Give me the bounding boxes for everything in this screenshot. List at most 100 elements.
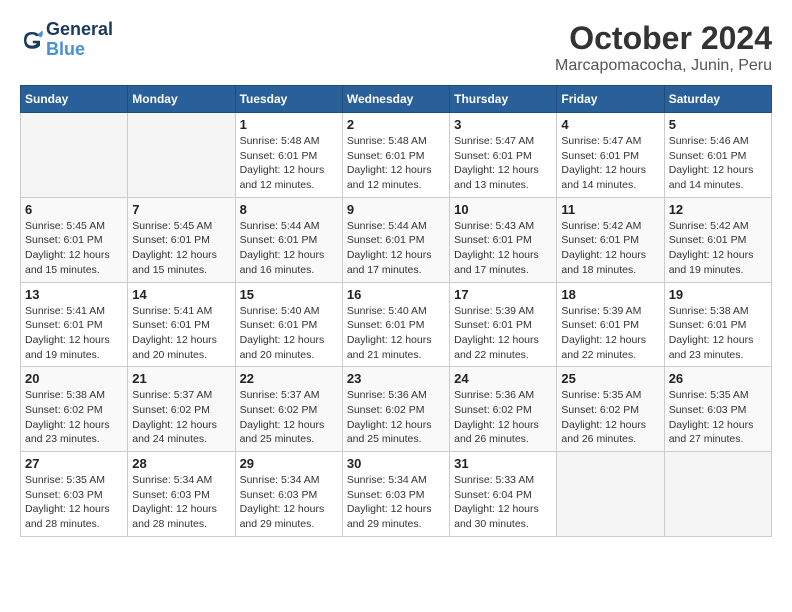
day-info: Sunrise: 5:40 AM Sunset: 6:01 PM Dayligh… xyxy=(347,304,445,363)
calendar-cell: 6Sunrise: 5:45 AM Sunset: 6:01 PM Daylig… xyxy=(21,197,128,282)
day-number: 25 xyxy=(561,371,659,386)
day-info: Sunrise: 5:43 AM Sunset: 6:01 PM Dayligh… xyxy=(454,219,552,278)
day-info: Sunrise: 5:40 AM Sunset: 6:01 PM Dayligh… xyxy=(240,304,338,363)
day-info: Sunrise: 5:39 AM Sunset: 6:01 PM Dayligh… xyxy=(454,304,552,363)
day-number: 21 xyxy=(132,371,230,386)
day-of-week-header: Tuesday xyxy=(235,86,342,113)
calendar-body: 1 Sunrise: 5:48 AM Sunset: 6:01 PM Daylig… xyxy=(21,113,772,537)
day-number: 29 xyxy=(240,456,338,471)
day-of-week-header: Friday xyxy=(557,86,664,113)
calendar-cell: 18Sunrise: 5:39 AM Sunset: 6:01 PM Dayli… xyxy=(557,282,664,367)
day-info: Sunrise: 5:48 AM Sunset: 6:01 PM Dayligh… xyxy=(240,134,338,193)
day-info: Sunrise: 5:44 AM Sunset: 6:01 PM Dayligh… xyxy=(347,219,445,278)
calendar-cell: 1 Sunrise: 5:48 AM Sunset: 6:01 PM Daylig… xyxy=(235,113,342,198)
calendar-cell xyxy=(664,452,771,537)
day-number: 7 xyxy=(132,202,230,217)
day-info: Sunrise: 5:34 AM Sunset: 6:03 PM Dayligh… xyxy=(240,473,338,532)
calendar-cell: 23 Sunrise: 5:36 AM Sunset: 6:02 PM Dayli… xyxy=(342,367,449,452)
calendar-cell: 13 Sunrise: 5:41 AM Sunset: 6:01 PM Dayli… xyxy=(21,282,128,367)
day-number: 27 xyxy=(25,456,123,471)
day-of-week-header: Monday xyxy=(128,86,235,113)
day-number: 13 xyxy=(25,287,123,302)
day-number: 5 xyxy=(669,117,767,132)
day-number: 1 xyxy=(240,117,338,132)
day-info: Sunrise: 5:44 AM Sunset: 6:01 PM Dayligh… xyxy=(240,219,338,278)
calendar-cell: 28 Sunrise: 5:34 AM Sunset: 6:03 PM Dayli… xyxy=(128,452,235,537)
title-section: October 2024 Marcapomacocha, Junin, Peru xyxy=(555,20,772,75)
calendar-week-row: 20 Sunrise: 5:38 AM Sunset: 6:02 PM Dayli… xyxy=(21,367,772,452)
calendar-cell: 8Sunrise: 5:44 AM Sunset: 6:01 PM Daylig… xyxy=(235,197,342,282)
day-info: Sunrise: 5:41 AM Sunset: 6:01 PM Dayligh… xyxy=(25,304,123,363)
day-info: Sunrise: 5:46 AM Sunset: 6:01 PM Dayligh… xyxy=(669,134,767,193)
day-number: 12 xyxy=(669,202,767,217)
day-info: Sunrise: 5:47 AM Sunset: 6:01 PM Dayligh… xyxy=(561,134,659,193)
logo: General Blue xyxy=(20,20,113,60)
day-number: 26 xyxy=(669,371,767,386)
day-number: 10 xyxy=(454,202,552,217)
day-info: Sunrise: 5:48 AM Sunset: 6:01 PM Dayligh… xyxy=(347,134,445,193)
calendar-cell: 7 Sunrise: 5:45 AM Sunset: 6:01 PM Daylig… xyxy=(128,197,235,282)
calendar-cell: 17 Sunrise: 5:39 AM Sunset: 6:01 PM Dayli… xyxy=(450,282,557,367)
calendar-cell: 19Sunrise: 5:38 AM Sunset: 6:01 PM Dayli… xyxy=(664,282,771,367)
calendar-week-row: 13 Sunrise: 5:41 AM Sunset: 6:01 PM Dayli… xyxy=(21,282,772,367)
calendar-cell xyxy=(21,113,128,198)
day-number: 30 xyxy=(347,456,445,471)
day-info: Sunrise: 5:35 AM Sunset: 6:03 PM Dayligh… xyxy=(25,473,123,532)
calendar-cell: 9Sunrise: 5:44 AM Sunset: 6:01 PM Daylig… xyxy=(342,197,449,282)
day-number: 3 xyxy=(454,117,552,132)
day-info: Sunrise: 5:36 AM Sunset: 6:02 PM Dayligh… xyxy=(347,388,445,447)
day-info: Sunrise: 5:42 AM Sunset: 6:01 PM Dayligh… xyxy=(669,219,767,278)
day-info: Sunrise: 5:38 AM Sunset: 6:01 PM Dayligh… xyxy=(669,304,767,363)
calendar-cell: 27 Sunrise: 5:35 AM Sunset: 6:03 PM Dayli… xyxy=(21,452,128,537)
day-info: Sunrise: 5:36 AM Sunset: 6:02 PM Dayligh… xyxy=(454,388,552,447)
calendar-cell: 31Sunrise: 5:33 AM Sunset: 6:04 PM Dayli… xyxy=(450,452,557,537)
day-number: 31 xyxy=(454,456,552,471)
calendar-cell: 12 Sunrise: 5:42 AM Sunset: 6:01 PM Dayli… xyxy=(664,197,771,282)
calendar-cell xyxy=(128,113,235,198)
day-of-week-header: Sunday xyxy=(21,86,128,113)
day-number: 4 xyxy=(561,117,659,132)
page-subtitle: Marcapomacocha, Junin, Peru xyxy=(555,57,772,75)
calendar-cell: 2Sunrise: 5:48 AM Sunset: 6:01 PM Daylig… xyxy=(342,113,449,198)
day-of-week-header: Saturday xyxy=(664,86,771,113)
day-number: 15 xyxy=(240,287,338,302)
day-info: Sunrise: 5:37 AM Sunset: 6:02 PM Dayligh… xyxy=(132,388,230,447)
day-number: 18 xyxy=(561,287,659,302)
day-info: Sunrise: 5:45 AM Sunset: 6:01 PM Dayligh… xyxy=(132,219,230,278)
days-of-week-row: SundayMondayTuesdayWednesdayThursdayFrid… xyxy=(21,86,772,113)
calendar-cell: 16 Sunrise: 5:40 AM Sunset: 6:01 PM Dayli… xyxy=(342,282,449,367)
calendar-cell: 20 Sunrise: 5:38 AM Sunset: 6:02 PM Dayli… xyxy=(21,367,128,452)
calendar-cell: 29 Sunrise: 5:34 AM Sunset: 6:03 PM Dayli… xyxy=(235,452,342,537)
day-number: 24 xyxy=(454,371,552,386)
day-of-week-header: Thursday xyxy=(450,86,557,113)
calendar-week-row: 1 Sunrise: 5:48 AM Sunset: 6:01 PM Daylig… xyxy=(21,113,772,198)
calendar-table: SundayMondayTuesdayWednesdayThursdayFrid… xyxy=(20,85,772,537)
logo-line2: Blue xyxy=(46,40,113,60)
page-header: General Blue October 2024 Marcapomacocha… xyxy=(20,20,772,75)
day-of-week-header: Wednesday xyxy=(342,86,449,113)
day-info: Sunrise: 5:38 AM Sunset: 6:02 PM Dayligh… xyxy=(25,388,123,447)
day-number: 20 xyxy=(25,371,123,386)
calendar-cell: 14Sunrise: 5:41 AM Sunset: 6:01 PM Dayli… xyxy=(128,282,235,367)
calendar-header: SundayMondayTuesdayWednesdayThursdayFrid… xyxy=(21,86,772,113)
day-info: Sunrise: 5:42 AM Sunset: 6:01 PM Dayligh… xyxy=(561,219,659,278)
day-number: 16 xyxy=(347,287,445,302)
day-info: Sunrise: 5:34 AM Sunset: 6:03 PM Dayligh… xyxy=(132,473,230,532)
day-number: 28 xyxy=(132,456,230,471)
day-number: 11 xyxy=(561,202,659,217)
day-info: Sunrise: 5:35 AM Sunset: 6:02 PM Dayligh… xyxy=(561,388,659,447)
day-number: 23 xyxy=(347,371,445,386)
calendar-cell: 11 Sunrise: 5:42 AM Sunset: 6:01 PM Dayli… xyxy=(557,197,664,282)
logo-icon xyxy=(20,28,44,52)
calendar-cell xyxy=(557,452,664,537)
day-info: Sunrise: 5:34 AM Sunset: 6:03 PM Dayligh… xyxy=(347,473,445,532)
calendar-cell: 22Sunrise: 5:37 AM Sunset: 6:02 PM Dayli… xyxy=(235,367,342,452)
page-title: October 2024 xyxy=(555,20,772,57)
day-number: 17 xyxy=(454,287,552,302)
day-info: Sunrise: 5:45 AM Sunset: 6:01 PM Dayligh… xyxy=(25,219,123,278)
calendar-cell: 21 Sunrise: 5:37 AM Sunset: 6:02 PM Dayli… xyxy=(128,367,235,452)
calendar-cell: 5 Sunrise: 5:46 AM Sunset: 6:01 PM Daylig… xyxy=(664,113,771,198)
logo-line1: General xyxy=(46,20,113,40)
calendar-cell: 25 Sunrise: 5:35 AM Sunset: 6:02 PM Dayli… xyxy=(557,367,664,452)
day-info: Sunrise: 5:41 AM Sunset: 6:01 PM Dayligh… xyxy=(132,304,230,363)
